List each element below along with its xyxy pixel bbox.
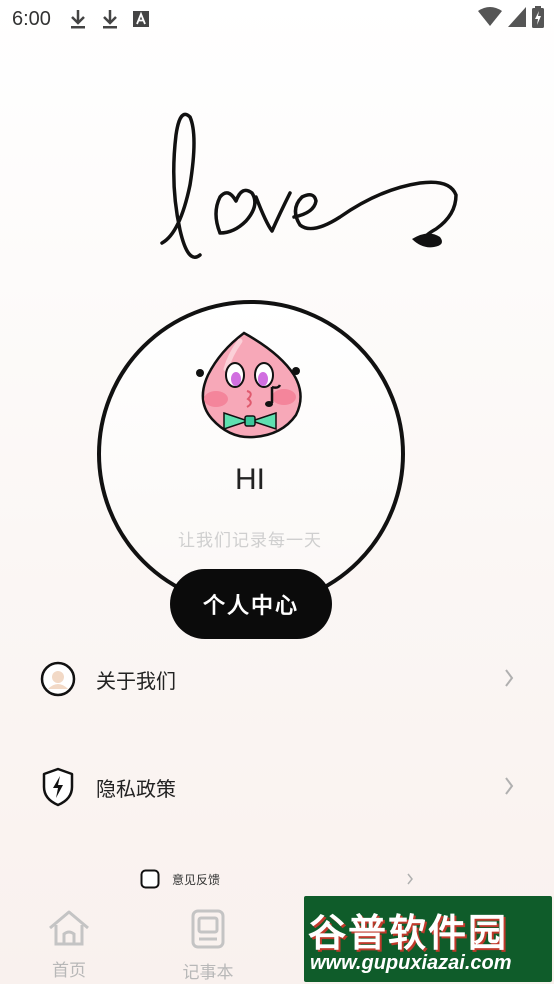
nav-item-notepad[interactable]: 记事本 xyxy=(163,908,253,983)
chevron-right-icon xyxy=(505,669,514,687)
personal-center-button[interactable]: 个人中心 xyxy=(170,569,332,639)
menu-label-privacy-policy: 隐私政策 xyxy=(96,776,176,801)
nav-label-notepad: 记事本 xyxy=(182,963,234,983)
about-avatar-icon xyxy=(38,659,78,699)
status-right-icons xyxy=(478,6,544,28)
chevron-right-icon xyxy=(505,777,514,795)
status-bar: 6:00 xyxy=(0,0,554,38)
watermark-overlay: 谷普软件园 www.gupuxiazai.com xyxy=(304,896,552,982)
status-time: 6:00 xyxy=(12,7,51,30)
home-icon xyxy=(49,910,89,946)
menu-label-about-us: 关于我们 xyxy=(96,668,176,693)
tagline-text: 让我们记录每一天 xyxy=(178,531,322,551)
menu-label-feedback: 意见反馈 xyxy=(172,872,221,887)
peach-avatar-icon xyxy=(196,331,302,439)
nav-label-home: 首页 xyxy=(52,961,86,981)
greeting-text: HI xyxy=(235,463,265,496)
wifi-icon xyxy=(478,7,502,26)
chevron-right-icon xyxy=(407,873,413,885)
watermark-url: www.gupuxiazai.com xyxy=(310,952,512,974)
download-icon xyxy=(70,10,85,29)
signal-icon xyxy=(508,7,526,27)
love-handwriting-art xyxy=(160,112,458,259)
notepad-icon xyxy=(191,909,225,949)
download-icon xyxy=(102,10,117,29)
font-a-icon xyxy=(132,11,149,27)
menu-row-privacy-policy[interactable]: 隐私政策 xyxy=(38,762,516,812)
battery-charging-icon xyxy=(532,6,544,28)
watermark-logo-text: 谷普软件园 xyxy=(308,911,509,955)
privacy-shield-icon xyxy=(38,767,78,807)
nav-item-home[interactable]: 首页 xyxy=(24,908,114,981)
feedback-checkbox-icon xyxy=(140,869,160,889)
menu-row-about-us[interactable]: 关于我们 xyxy=(38,654,516,704)
menu-row-feedback[interactable]: 意见反馈 xyxy=(140,868,418,890)
status-left-icons xyxy=(69,8,149,30)
